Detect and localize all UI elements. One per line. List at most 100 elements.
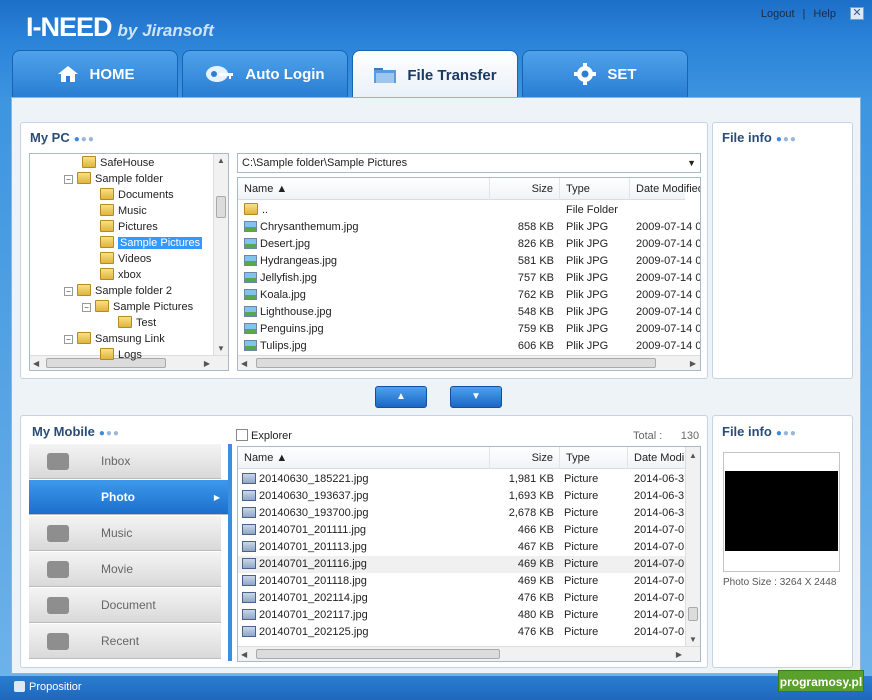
table-row[interactable]: Chrysanthemum.jpg 858 KB Plik JPG 2009-07-1… (238, 219, 700, 236)
table-row[interactable]: 20140701_202125.jpg 476 KB Picture 2014-07-… (238, 624, 685, 641)
picture-file-icon (242, 524, 256, 535)
file-size: 858 KB (517, 221, 554, 233)
tree-item[interactable]: Videos (100, 251, 151, 267)
pc-list-hscroll-thumb[interactable] (256, 358, 656, 368)
explorer-checkbox[interactable] (236, 429, 248, 441)
proposition-link[interactable]: Propositior (14, 681, 82, 693)
photo-preview (723, 452, 840, 572)
link-separator: | (802, 8, 806, 20)
table-row[interactable]: 20140701_201118.jpg 469 KB Picture 2014-07-… (238, 573, 685, 590)
table-row[interactable]: Tulips.jpg 606 KB Plik JPG 2009-07-14 0 (238, 338, 700, 355)
file-name: 20140701_201116.jpg (259, 558, 367, 570)
file-info-title: File info ●●● (722, 424, 797, 439)
table-row[interactable]: 20140701_201116.jpg 469 KB Picture 2014-07-… (238, 556, 685, 573)
tree-item[interactable]: − Sample folder (64, 171, 163, 187)
tree-item[interactable]: Logs (100, 347, 142, 363)
table-row[interactable]: Jellyfish.jpg 757 KB Plik JPG 2009-07-14 0 (238, 270, 700, 287)
tree-item[interactable]: − Samsung Link (64, 331, 165, 347)
table-row[interactable]: 20140701_201113.jpg 467 KB Picture 2014-07-… (238, 539, 685, 556)
file-size: 469 KB (517, 558, 554, 570)
tree-item[interactable]: Documents (100, 187, 174, 203)
category-photo[interactable]: Photo ▶ (29, 480, 228, 515)
help-link[interactable]: Help (813, 8, 836, 20)
table-row[interactable]: 20140630_193700.jpg 2,678 KB Picture 2014-0… (238, 505, 685, 522)
sort-asc-icon: ▲ (276, 452, 288, 464)
category-label: Recent (101, 634, 140, 648)
column-size[interactable]: Size (490, 178, 560, 200)
column-type[interactable]: Type (560, 178, 630, 200)
tree-item[interactable]: Pictures (100, 219, 158, 235)
table-row[interactable]: 20140701_202114.jpg 476 KB Picture 2014-07-… (238, 590, 685, 607)
category-document[interactable]: Document (29, 588, 221, 623)
tree-item[interactable]: − Sample folder 2 (64, 283, 172, 299)
chevron-down-icon[interactable]: ▼ (687, 154, 696, 172)
headphones-icon (47, 525, 69, 542)
table-row[interactable]: 20140630_193637.jpg 1,693 KB Picture 2014-0… (238, 488, 685, 505)
column-name[interactable]: Name ▲ (238, 178, 490, 200)
table-row[interactable]: Hydrangeas.jpg 581 KB Plik JPG 2009-07-14 0 (238, 253, 700, 270)
tree-expander-icon[interactable]: − (64, 175, 73, 184)
tree-item[interactable]: SafeHouse (82, 155, 154, 171)
table-row[interactable]: Desert.jpg 826 KB Plik JPG 2009-07-14 0 (238, 236, 700, 253)
column-type[interactable]: Type (560, 447, 628, 469)
scroll-left-arrow[interactable]: ◀ (241, 359, 247, 368)
file-date: 2009-07-14 0 (636, 255, 700, 267)
tab-set[interactable]: SET (522, 50, 688, 97)
table-row[interactable]: Koala.jpg 762 KB Plik JPG 2009-07-14 0 (238, 287, 700, 304)
column-date[interactable]: Date Modified (630, 178, 700, 200)
table-row[interactable]: Penguins.jpg 759 KB Plik JPG 2009-07-14 0 (238, 321, 700, 338)
upload-button[interactable]: ▲ (375, 386, 427, 408)
gear-icon (574, 63, 597, 85)
scroll-right-arrow[interactable]: ▶ (676, 650, 682, 659)
tree-item[interactable]: Sample Pictures (100, 235, 203, 251)
mobile-list-scroll-thumb[interactable] (688, 607, 698, 621)
scroll-up-arrow[interactable]: ▲ (689, 451, 697, 460)
file-date: 2014-07-0 (634, 558, 684, 570)
tree-item[interactable]: Test (118, 315, 156, 331)
tree-expander-icon[interactable]: − (64, 335, 73, 344)
scroll-right-arrow[interactable]: ▶ (204, 359, 210, 368)
scroll-left-arrow[interactable]: ◀ (33, 359, 39, 368)
logout-link[interactable]: Logout (761, 8, 795, 20)
close-icon[interactable]: ✕ (850, 7, 864, 20)
tab-file-transfer[interactable]: File Transfer (352, 50, 518, 99)
tree-vertical-scrollbar[interactable]: ▲ ▼ (213, 154, 228, 355)
mobile-list-vertical-scrollbar[interactable]: ▲ ▼ (685, 447, 700, 646)
file-name: 20140701_201118.jpg (259, 575, 367, 587)
table-row[interactable]: Lighthouse.jpg 548 KB Plik JPG 2009-07-14 0 (238, 304, 700, 321)
scroll-right-arrow[interactable]: ▶ (690, 359, 696, 368)
explorer-checkbox-wrap[interactable]: Explorer (236, 429, 292, 442)
category-movie[interactable]: Movie (29, 552, 221, 587)
table-row[interactable]: 20140630_185221.jpg 1,981 KB Picture 2014-0… (238, 471, 685, 488)
category-music[interactable]: Music (29, 516, 221, 551)
tree-item[interactable]: xbox (100, 267, 141, 283)
scroll-left-arrow[interactable]: ◀ (241, 650, 247, 659)
tree-item[interactable]: Music (100, 203, 147, 219)
folder-tree[interactable]: ▲ ▼ ◀ ▶ SafeHouse − Sample folder Documents… (29, 153, 229, 371)
table-row[interactable]: .. File Folder (238, 202, 685, 219)
table-row[interactable]: 20140701_202117.jpg 480 KB Picture 2014-07-… (238, 607, 685, 624)
column-size[interactable]: Size (490, 447, 560, 469)
mobile-list-hscroll-thumb[interactable] (256, 649, 500, 659)
path-dropdown[interactable]: C:\Sample folder\Sample Pictures ▼ (237, 153, 701, 173)
tree-scroll-thumb[interactable] (216, 196, 226, 218)
column-date[interactable]: Date Modi (628, 447, 686, 469)
category-inbox[interactable]: Inbox (29, 444, 221, 479)
tab-auto-login[interactable]: Auto Login (182, 50, 348, 97)
download-button[interactable]: ▼ (450, 386, 502, 408)
scroll-up-arrow[interactable]: ▲ (217, 156, 225, 165)
tab-home[interactable]: HOME (12, 50, 178, 97)
pc-list-horizontal-scrollbar[interactable]: ◀ ▶ (238, 355, 700, 370)
column-name[interactable]: Name ▲ (238, 447, 490, 469)
tree-expander-icon[interactable]: − (82, 303, 91, 312)
category-recent[interactable]: Recent (29, 624, 221, 659)
tree-expander-icon[interactable]: − (64, 287, 73, 296)
mobile-list-horizontal-scrollbar[interactable]: ◀ ▶ (238, 646, 700, 661)
tree-item[interactable]: − Sample Pictures (82, 299, 193, 315)
table-row[interactable]: 20140701_201111.jpg 466 KB Picture 2014-07-… (238, 522, 685, 539)
file-size: 1,693 KB (508, 490, 554, 502)
scroll-down-arrow[interactable]: ▼ (217, 344, 225, 353)
scroll-down-arrow[interactable]: ▼ (689, 635, 697, 644)
file-name: .. (262, 204, 269, 216)
file-size: 757 KB (517, 272, 554, 284)
